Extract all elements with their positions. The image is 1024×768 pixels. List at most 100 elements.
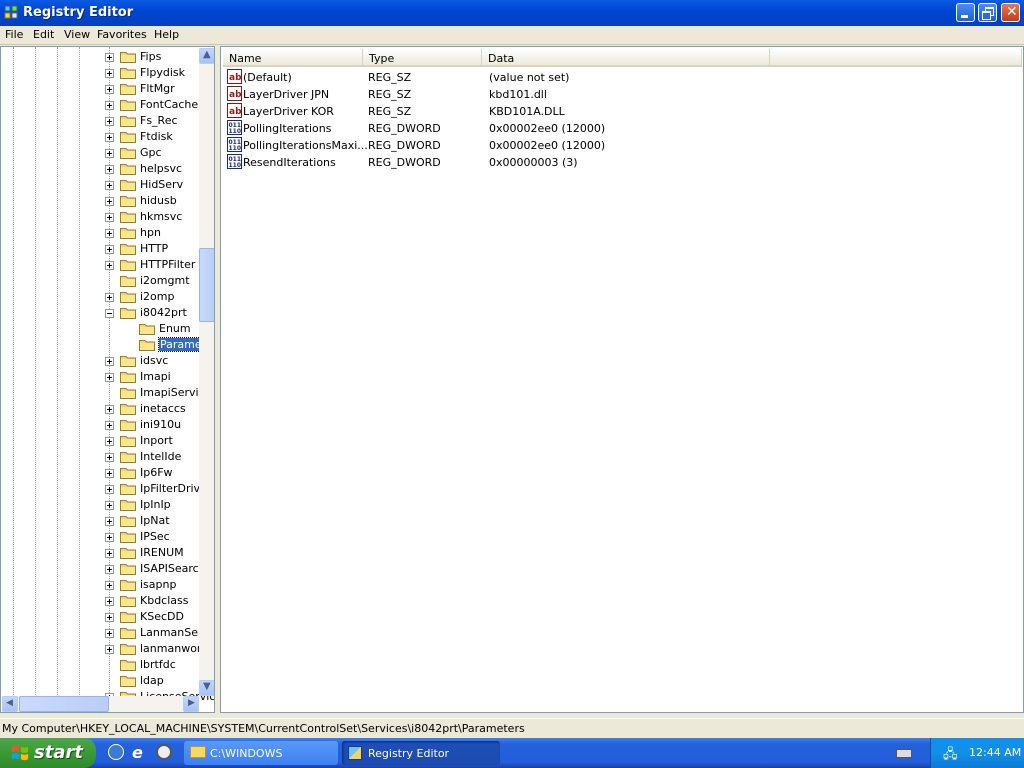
expand-icon[interactable]: [105, 629, 114, 638]
expand-icon[interactable]: [105, 213, 114, 222]
registry-tree[interactable]: Fips Flpydisk FltMgr FontCache3 Fs_Rec Ftdisk…: [0, 46, 215, 713]
tree-node[interactable]: HidServ: [1, 177, 201, 193]
expand-icon[interactable]: [105, 581, 114, 590]
tree-node[interactable]: Imapi: [1, 369, 201, 385]
scroll-right-button[interactable]: ▶: [183, 696, 199, 712]
network-icon[interactable]: 🖧: [943, 745, 958, 767]
expand-icon[interactable]: [105, 133, 114, 142]
tree-node[interactable]: ImapiService: [1, 385, 211, 401]
value-row[interactable]: ab (Default) REG_SZ (value not set): [221, 69, 1021, 86]
tree-node[interactable]: HTTP: [1, 241, 201, 257]
expand-icon[interactable]: [105, 69, 114, 78]
menu-favorites[interactable]: Favorites: [97, 28, 147, 41]
tree-node[interactable]: Parameters: [1, 337, 214, 353]
tree-node[interactable]: IntelIde: [1, 449, 201, 465]
value-row[interactable]: ab LayerDriver KOR REG_SZ KBD101A.DLL: [221, 103, 1021, 120]
tree-node[interactable]: lanmanworkstation: [1, 641, 214, 657]
column-header-name[interactable]: Name: [223, 49, 363, 67]
scroll-up-button[interactable]: ▲: [199, 48, 214, 64]
expand-icon[interactable]: [105, 261, 114, 270]
tree-node[interactable]: FontCache3: [1, 97, 205, 113]
outlook-express-icon[interactable]: [108, 744, 124, 760]
menu-edit[interactable]: Edit: [33, 28, 54, 41]
expand-icon[interactable]: [105, 117, 114, 126]
tree-node[interactable]: inetaccs: [1, 401, 201, 417]
tree-node[interactable]: hidusb: [1, 193, 201, 209]
tree-node[interactable]: hkmsvc: [1, 209, 201, 225]
tree-node[interactable]: Enum: [1, 321, 201, 337]
horizontal-scroll-thumb[interactable]: [19, 696, 109, 712]
expand-icon[interactable]: [105, 597, 114, 606]
value-row[interactable]: 011 110 PollingIterationsMaxi... REG_DWORD 0…: [221, 137, 1021, 154]
expand-icon[interactable]: [105, 181, 114, 190]
expand-icon[interactable]: [105, 85, 114, 94]
tree-node[interactable]: ldap: [1, 673, 201, 689]
expand-icon[interactable]: [105, 357, 114, 366]
expand-icon[interactable]: [105, 613, 114, 622]
scroll-left-button[interactable]: ◀: [2, 696, 18, 712]
value-row[interactable]: 011 110 PollingIterations REG_DWORD 0x00002e…: [221, 120, 1021, 137]
tree-horizontal-scrollbar[interactable]: ◀ ▶: [2, 696, 199, 712]
expand-icon[interactable]: [105, 501, 114, 510]
tree-node[interactable]: LanmanServer: [1, 625, 214, 641]
menu-view[interactable]: View: [64, 28, 90, 41]
tree-node[interactable]: IpInIp: [1, 497, 201, 513]
expand-icon[interactable]: [105, 437, 114, 446]
tree-node[interactable]: Kbdclass: [1, 593, 201, 609]
expand-icon[interactable]: [105, 421, 114, 430]
expand-icon[interactable]: [105, 549, 114, 558]
expand-icon[interactable]: [105, 645, 114, 654]
tree-node[interactable]: ISAPISearch: [1, 561, 206, 577]
expand-icon[interactable]: [105, 469, 114, 478]
close-button[interactable]: ✕: [1001, 3, 1020, 22]
tree-node[interactable]: IpNat: [1, 513, 201, 529]
tree-node[interactable]: i2omgmt: [1, 273, 201, 289]
scroll-down-button[interactable]: ▼: [199, 680, 214, 696]
minimize-button[interactable]: [956, 3, 975, 22]
tree-node[interactable]: IpFilterDriver: [1, 481, 211, 497]
expand-icon[interactable]: [105, 453, 114, 462]
value-row[interactable]: ab LayerDriver JPN REG_SZ kbd101.dll: [221, 86, 1021, 103]
tree-node[interactable]: lbrtfdc: [1, 657, 201, 673]
tree-node[interactable]: Inport: [1, 433, 201, 449]
menu-file[interactable]: File: [5, 28, 23, 41]
values-list[interactable]: Name Type Data ab (Default) REG_SZ (value n…: [220, 46, 1024, 713]
title-bar[interactable]: Registry Editor ✕: [0, 0, 1024, 26]
tree-node[interactable]: isapnp: [1, 577, 201, 593]
clock[interactable]: 12:44 AM: [969, 746, 1021, 759]
expand-icon[interactable]: [105, 293, 114, 302]
internet-explorer-icon[interactable]: e: [132, 743, 143, 762]
tree-node[interactable]: Fs_Rec: [1, 113, 201, 129]
tree-node[interactable]: IPSec: [1, 529, 201, 545]
column-header-data[interactable]: Data: [482, 49, 770, 67]
expand-icon[interactable]: [105, 485, 114, 494]
tree-node[interactable]: KSecDD: [1, 609, 201, 625]
start-button[interactable]: start: [0, 738, 96, 768]
value-row[interactable]: 011 110 ResendIterations REG_DWORD 0x0000000…: [221, 154, 1021, 171]
tree-node[interactable]: idsvc: [1, 353, 201, 369]
tree-node[interactable]: Fips: [1, 49, 201, 65]
expand-icon[interactable]: [105, 565, 114, 574]
tree-node[interactable]: ini910u: [1, 417, 201, 433]
media-player-icon[interactable]: [156, 744, 172, 760]
tree-node[interactable]: Gpc: [1, 145, 201, 161]
tree-node[interactable]: FltMgr: [1, 81, 201, 97]
expand-icon[interactable]: [105, 533, 114, 542]
menu-help[interactable]: Help: [154, 28, 179, 41]
task-windows-folder[interactable]: C:\WINDOWS: [184, 741, 338, 765]
expand-icon[interactable]: [105, 101, 114, 110]
expand-icon[interactable]: [105, 517, 114, 526]
column-header-type[interactable]: Type: [363, 49, 482, 67]
tree-node[interactable]: helpsvc: [1, 161, 201, 177]
tree-node[interactable]: Ftdisk: [1, 129, 201, 145]
expand-icon[interactable]: [105, 229, 114, 238]
tree-node[interactable]: HTTPFilter: [1, 257, 201, 273]
tree-node[interactable]: hpn: [1, 225, 201, 241]
tree-node[interactable]: Flpydisk: [1, 65, 201, 81]
expand-icon[interactable]: [105, 53, 114, 62]
scroll-thumb[interactable]: [199, 248, 214, 322]
task-registry-editor[interactable]: Registry Editor: [342, 741, 500, 765]
expand-icon[interactable]: [105, 245, 114, 254]
tree-vertical-scrollbar[interactable]: ▲ ▼: [199, 48, 214, 696]
tree-node[interactable]: i8042prt: [1, 305, 201, 321]
